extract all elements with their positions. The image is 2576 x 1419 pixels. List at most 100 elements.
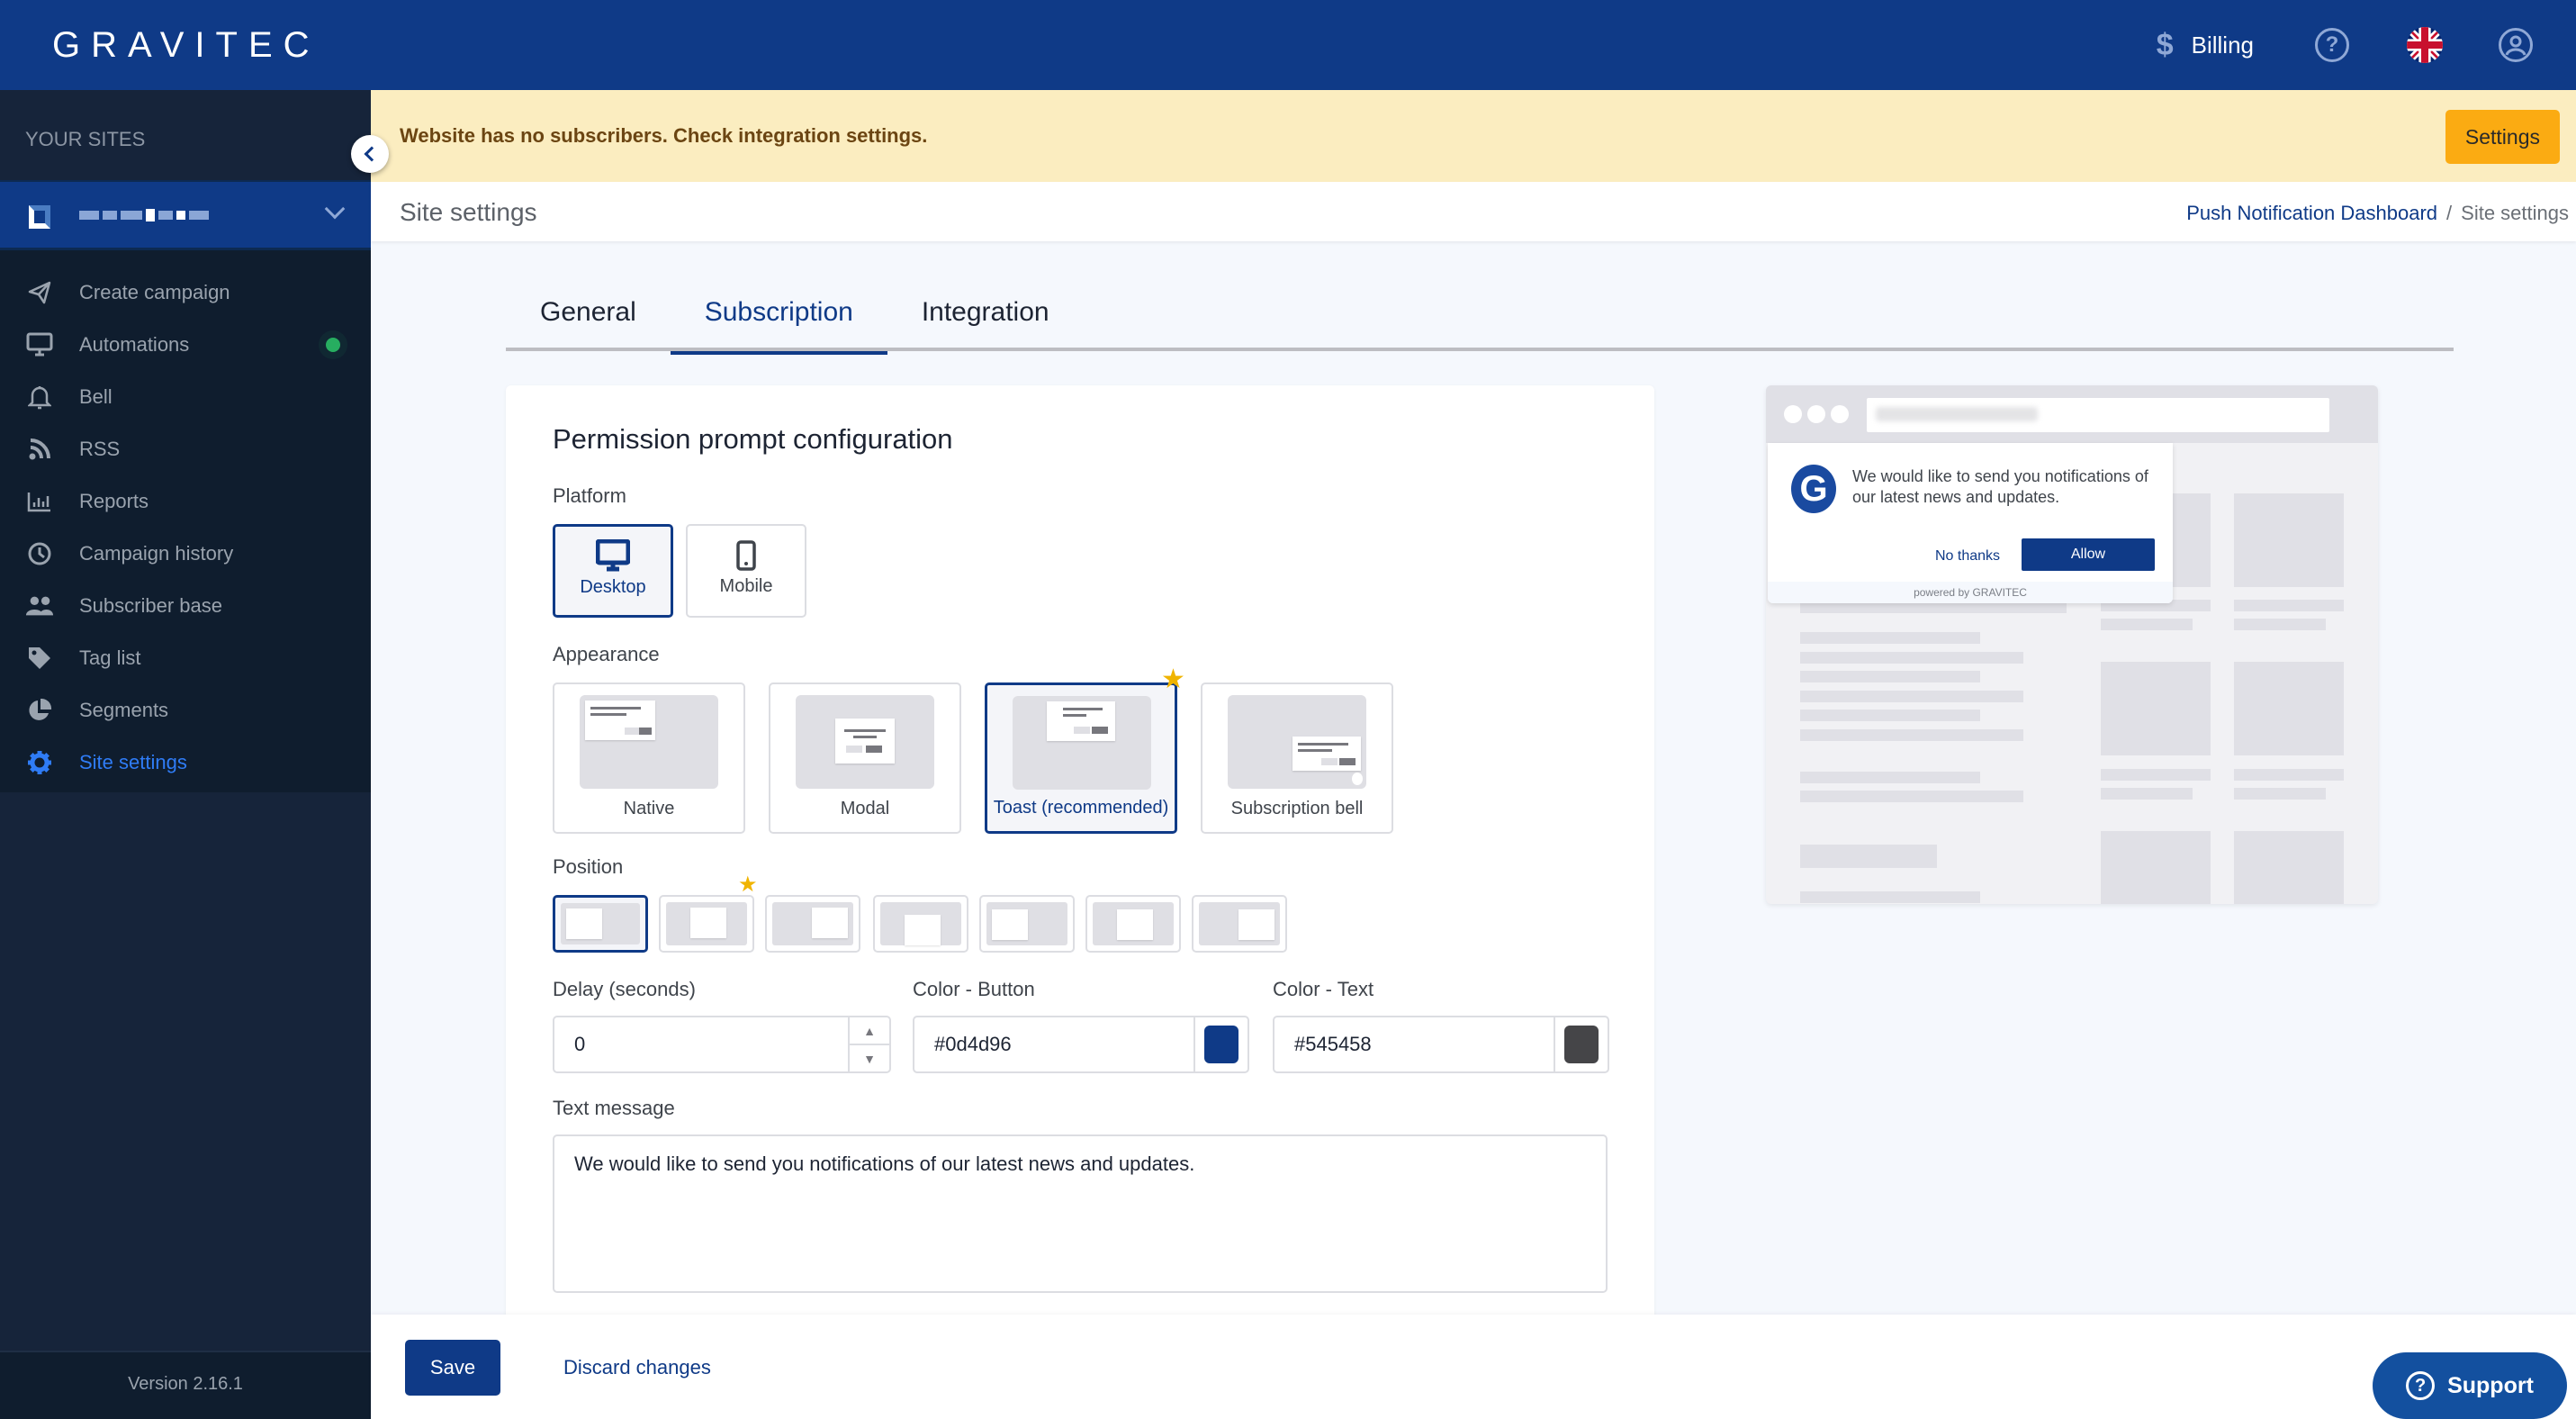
rss-icon <box>25 435 54 464</box>
sidebar-item-rss[interactable]: RSS <box>0 423 371 475</box>
uk-flag-icon[interactable] <box>2407 27 2443 63</box>
gravitec-logo[interactable]: GRAVITEC <box>52 25 320 66</box>
sidebar-item-label: Automations <box>79 333 190 356</box>
breadcrumb-separator: / <box>2446 202 2453 224</box>
sidebar-item-create-campaign[interactable]: Create campaign <box>0 267 371 319</box>
card-title: Permission prompt configuration <box>553 423 953 455</box>
position-bottom-right[interactable] <box>1192 895 1287 953</box>
status-dot-active <box>326 338 340 352</box>
position-center[interactable] <box>873 895 968 953</box>
stepper-down-icon[interactable]: ▼ <box>850 1045 889 1071</box>
site-selector[interactable] <box>0 180 371 250</box>
bell-thumbnail <box>1228 695 1366 789</box>
tab-integration[interactable]: Integration <box>887 288 1084 351</box>
footer-bar: Save Discard changes ? Support <box>371 1315 2576 1419</box>
platform-label-text: Mobile <box>719 576 773 596</box>
sidebar-item-tag-list[interactable]: Tag list <box>0 632 371 684</box>
toast-thumbnail <box>1013 696 1151 790</box>
position-bottom-left[interactable] <box>979 895 1075 953</box>
delay-input[interactable] <box>554 1017 848 1071</box>
position-top-right[interactable] <box>765 895 860 953</box>
sidebar-item-automations[interactable]: Automations <box>0 319 371 371</box>
help-circle-icon[interactable]: ? <box>2315 28 2349 62</box>
color-button-picker[interactable] <box>1193 1017 1247 1071</box>
sidebar-item-bell[interactable]: Bell <box>0 371 371 423</box>
sidebar-item-site-settings[interactable]: Site settings <box>0 737 371 789</box>
recommended-star-icon: ★ <box>738 872 758 897</box>
monitor-icon <box>25 330 54 359</box>
platform-desktop-button[interactable]: Desktop <box>553 524 673 618</box>
sidebar-nav: Create campaign Automations Bell RSS Rep… <box>0 250 371 789</box>
powered-by-label: powered by GRAVITEC <box>1768 582 2173 603</box>
position-top-left[interactable] <box>553 895 648 953</box>
version-label: Version 2.16.1 <box>0 1351 371 1419</box>
gear-icon <box>25 748 54 777</box>
appearance-modal[interactable]: Modal <box>769 682 961 834</box>
color-text-field <box>1273 1016 1609 1073</box>
no-thanks-button[interactable]: No thanks <box>1921 540 2014 573</box>
sidebar-item-campaign-history[interactable]: Campaign history <box>0 528 371 580</box>
settings-tabs: General Subscription Integration <box>506 288 2454 355</box>
appearance-label-text: Modal <box>840 799 890 818</box>
appearance-native[interactable]: Native <box>553 682 745 834</box>
appearance-label-text: Native <box>623 799 675 818</box>
text-message-input[interactable]: We would like to send you notifications … <box>553 1134 1608 1293</box>
appearance-label-text: Toast (recommended) <box>993 798 1169 818</box>
appearance-label-text: Subscription bell <box>1230 799 1364 818</box>
sidebar-item-segments[interactable]: Segments <box>0 684 371 737</box>
allow-button[interactable]: Allow <box>2022 538 2155 571</box>
clock-icon <box>25 539 54 568</box>
color-button-field <box>913 1016 1249 1073</box>
color-button-label: Color - Button <box>913 978 1035 1000</box>
tag-icon <box>25 644 54 673</box>
warning-message: Website has no subscribers. Check integr… <box>400 124 928 147</box>
sidebar-item-label: Site settings <box>79 751 187 773</box>
bell-icon <box>25 383 54 411</box>
position-label: Position <box>553 855 624 878</box>
browser-dot <box>1807 405 1825 423</box>
sidebar-item-label: Create campaign <box>79 281 230 303</box>
position-bottom-center[interactable] <box>1085 895 1181 953</box>
banner-settings-button[interactable]: Settings <box>2445 110 2560 164</box>
stepper-up-icon[interactable]: ▲ <box>850 1017 889 1045</box>
platform-mobile-button[interactable]: Mobile <box>686 524 806 618</box>
platform-label: Platform <box>553 484 626 507</box>
sidebar-item-label: Subscriber base <box>79 594 222 617</box>
discard-changes-button[interactable]: Discard changes <box>563 1340 711 1396</box>
color-button-input[interactable] <box>914 1017 1193 1071</box>
browser-dot <box>1784 405 1802 423</box>
collapse-sidebar-button[interactable] <box>351 135 389 173</box>
tab-general[interactable]: General <box>506 288 671 351</box>
sidebar-item-reports[interactable]: Reports <box>0 475 371 528</box>
color-text-picker[interactable] <box>1554 1017 1608 1071</box>
bar-chart-icon <box>25 487 54 516</box>
color-text-input[interactable] <box>1274 1017 1554 1071</box>
appearance-toast[interactable]: Toast (recommended) <box>985 682 1177 834</box>
support-label: Support <box>2447 1372 2534 1398</box>
sidebar-item-label: Tag list <box>79 646 141 669</box>
color-text-label: Color - Text <box>1273 978 1374 1000</box>
help-circle-icon: ? <box>2406 1371 2436 1400</box>
pie-chart-icon <box>25 696 54 725</box>
breadcrumb-parent-link[interactable]: Push Notification Dashboard <box>2186 202 2437 224</box>
sidebar-item-subscriber-base[interactable]: Subscriber base <box>0 580 371 632</box>
toast-message: We would like to send you notifications … <box>1852 467 2148 506</box>
billing-link[interactable]: $ Billing <box>2157 28 2254 63</box>
tab-subscription[interactable]: Subscription <box>670 288 887 355</box>
chevron-down-icon <box>324 198 346 220</box>
color-swatch <box>1564 1026 1599 1063</box>
users-icon <box>25 592 54 620</box>
warning-banner: Website has no subscribers. Check integr… <box>371 90 2576 182</box>
position-top-center[interactable] <box>659 895 754 953</box>
sidebar-item-label: Bell <box>79 385 113 408</box>
native-thumbnail <box>580 695 718 789</box>
sidebar: YOUR SITES Create campaign Automations B… <box>0 90 371 1419</box>
appearance-subscription-bell[interactable]: Subscription bell <box>1201 682 1393 834</box>
recommended-star-icon: ★ <box>1161 664 1185 694</box>
save-button[interactable]: Save <box>405 1340 500 1396</box>
support-button[interactable]: ? Support <box>2373 1352 2567 1419</box>
permission-prompt-card: Permission prompt configuration Platform… <box>506 385 1654 1322</box>
user-circle-icon[interactable] <box>2499 28 2533 62</box>
your-sites-label: YOUR SITES <box>0 90 371 180</box>
color-swatch <box>1204 1026 1238 1063</box>
